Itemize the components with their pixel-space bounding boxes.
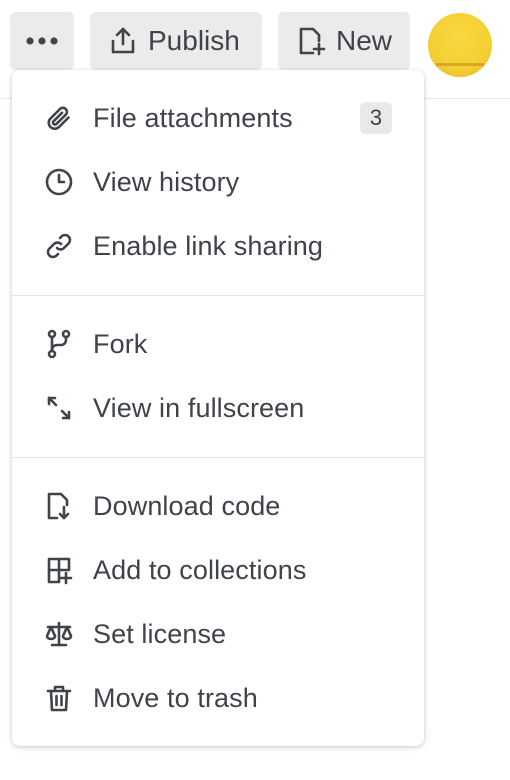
menu-item-move-to-trash[interactable]: Move to trash (12, 670, 424, 726)
menu-item-label: File attachments (93, 102, 293, 133)
menu-item-label: Fork (93, 328, 148, 359)
menu-item-label: Add to collections (93, 554, 307, 585)
menu-separator (12, 295, 424, 296)
paperclip-icon (44, 103, 74, 133)
menu-item-view-history[interactable]: View history (12, 154, 424, 210)
trash-icon (44, 683, 74, 713)
menu-separator (12, 457, 424, 458)
user-avatar[interactable] (428, 13, 492, 77)
menu-item-download-code[interactable]: Download code (12, 478, 424, 534)
menu-item-label: Download code (93, 490, 281, 521)
menu-item-label: Set license (93, 618, 227, 649)
publish-button[interactable]: Publish (90, 12, 262, 70)
notebook-header: Publish New File attachments 3 View hist… (0, 0, 510, 780)
menu-item-add-to-collections[interactable]: Add to collections (12, 542, 424, 598)
scale-icon (44, 619, 74, 649)
add-to-collection-icon (44, 555, 74, 585)
publish-label: Publish (148, 25, 240, 56)
upload-icon (108, 26, 138, 56)
menu-item-enable-link-sharing[interactable]: Enable link sharing (12, 218, 424, 274)
menu-item-label: Move to trash (93, 682, 258, 713)
menu-item-view-in-fullscreen[interactable]: View in fullscreen (12, 380, 424, 436)
new-label: New (336, 25, 393, 56)
more-dropdown-menu: File attachments 3 View history Enable l… (12, 70, 424, 746)
more-menu-button[interactable] (10, 12, 74, 70)
menu-item-label: View history (93, 166, 240, 197)
fork-icon (44, 329, 74, 359)
clock-icon (44, 167, 74, 197)
fullscreen-icon (44, 393, 74, 423)
link-icon (44, 231, 74, 261)
new-button[interactable]: New (278, 12, 410, 70)
new-document-icon (296, 26, 326, 56)
menu-item-fork[interactable]: Fork (12, 316, 424, 372)
menu-item-label: View in fullscreen (93, 392, 305, 423)
download-file-icon (44, 491, 74, 521)
attachment-count-badge: 3 (360, 102, 392, 134)
more-horizontal-icon (25, 36, 59, 46)
menu-item-label: Enable link sharing (93, 230, 324, 261)
menu-item-file-attachments[interactable]: File attachments 3 (12, 90, 424, 146)
menu-item-set-license[interactable]: Set license (12, 606, 424, 662)
